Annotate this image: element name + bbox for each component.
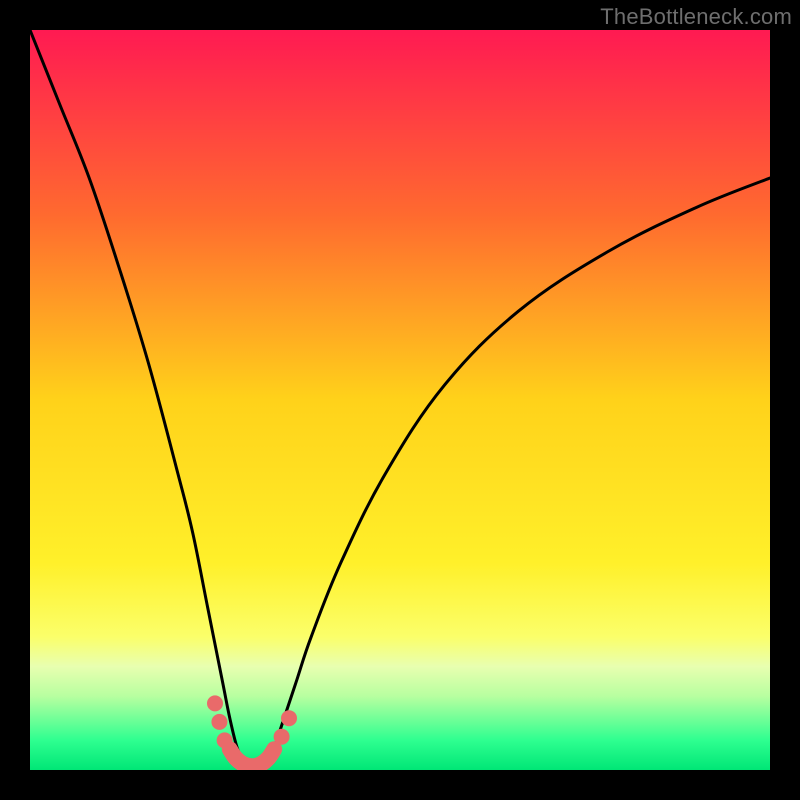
chart-svg bbox=[30, 30, 770, 770]
dip-marker bbox=[281, 710, 297, 726]
dip-marker bbox=[207, 695, 223, 711]
dip-marker bbox=[217, 732, 233, 748]
plot-area bbox=[30, 30, 770, 770]
dip-marker bbox=[211, 714, 227, 730]
dip-marker bbox=[274, 729, 290, 745]
gradient-background bbox=[30, 30, 770, 770]
watermark-text: TheBottleneck.com bbox=[600, 4, 792, 30]
chart-frame: TheBottleneck.com bbox=[0, 0, 800, 800]
